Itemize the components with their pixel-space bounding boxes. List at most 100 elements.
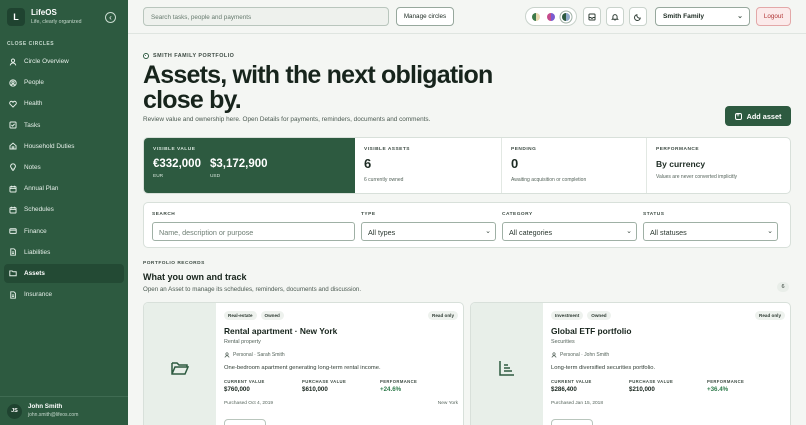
theme-swatch-icon[interactable]	[561, 12, 570, 21]
sidebar-item-label: Tasks	[24, 121, 41, 129]
sidebar-item-annual-plan[interactable]: Annual Plan	[4, 179, 124, 198]
sidebar-item-household-duties[interactable]: Household Duties	[4, 137, 124, 156]
notifications-button[interactable]	[606, 7, 624, 26]
sidebar: L LifeOS Life, clearly organized ‹ CLOSE…	[0, 0, 128, 425]
chevron-down-icon: ⌄	[767, 228, 773, 235]
logo: L	[7, 8, 25, 26]
sidebar-item-label: Circle Overview	[24, 58, 69, 65]
sidebar-item-health[interactable]: Health	[4, 94, 124, 113]
collapse-sidebar-icon[interactable]: ‹	[105, 12, 116, 23]
sidebar-item-label: Notes	[24, 163, 41, 171]
category-pill: Investment	[551, 311, 584, 320]
type-label: TYPE	[361, 212, 376, 217]
money-currency: EUR	[153, 174, 164, 179]
topbar: Search tasks, people and payments Manage…	[128, 0, 806, 34]
theme-swatch-icon[interactable]	[532, 12, 541, 21]
money-value: €332,000	[153, 158, 201, 170]
asset-card[interactable]: Real-estate Owned Read only Rental apart…	[143, 302, 464, 425]
theme-switcher	[525, 7, 577, 26]
metric-label: CURRENT VALUE	[551, 379, 592, 384]
stat-label: VISIBLE VALUE	[153, 147, 196, 152]
family-select[interactable]: Smith Family ⌄	[655, 7, 750, 26]
sidebar-item-schedules[interactable]: Schedules	[4, 200, 124, 219]
sidebar-item-label: People	[24, 79, 44, 87]
sidebar-item-finance[interactable]: Finance	[4, 222, 124, 241]
purchased-date: Purchased Oct 4, 2019	[224, 401, 274, 406]
dark-mode-button[interactable]	[629, 7, 647, 26]
eyebrow-text: SMITH FAMILY PORTFOLIO	[153, 53, 235, 59]
card-subtype: Rental property	[224, 339, 261, 345]
metric-purchase-value: PURCHASE VALUE $210,000	[629, 379, 707, 393]
portfolio-eyebrow: SMITH FAMILY PORTFOLIO	[143, 53, 234, 59]
lightbulb-icon	[10, 163, 16, 172]
user-profile[interactable]: JS John Smith john.smith@lifeos.com	[0, 396, 128, 425]
eyebrow-dot-icon	[143, 53, 149, 59]
type-select[interactable]: All types ⌄	[361, 222, 496, 241]
page-title: Assets, with the next obligation close b…	[143, 61, 493, 114]
sidebar-item-notes[interactable]: Notes	[4, 158, 124, 177]
stat-pending: PENDING 0 Awaiting acquisition or comple…	[501, 138, 646, 193]
calendar-icon	[9, 206, 17, 214]
stat-value: 6	[364, 156, 372, 171]
status-select-value: All statuses	[650, 228, 687, 237]
metric-label: CURRENT VALUE	[224, 379, 265, 384]
location: New York	[437, 401, 458, 406]
asset-search-input[interactable]: Name, description or purpose	[152, 222, 355, 241]
sidebar-item-circle-overview[interactable]: Circle Overview	[4, 52, 124, 71]
owner-text: Personal · John Smith	[560, 352, 610, 358]
user-icon	[551, 352, 557, 358]
folder-open-icon	[171, 362, 190, 375]
money-eur: €332,000 EUR	[153, 158, 201, 179]
status-label: STATUS	[643, 212, 665, 217]
card-owner: Personal · Sarah Smith	[224, 352, 458, 358]
sidebar-item-assets[interactable]: Assets	[4, 263, 124, 283]
card-description: One-bedroom apartment generating long-te…	[224, 365, 381, 371]
add-asset-label: Add asset	[746, 111, 782, 121]
metric-current-value: CURRENT VALUE $760,000	[224, 379, 302, 393]
stat-label: VISIBLE ASSETS	[364, 147, 411, 152]
sidebar-item-tasks[interactable]: Tasks	[4, 116, 124, 135]
records-title: What you own and track	[143, 272, 247, 282]
asset-card[interactable]: Investment Owned Read only Global ETF po…	[470, 302, 791, 425]
details-button[interactable]	[551, 419, 593, 425]
stat-value: By currency	[656, 159, 706, 169]
wallet-icon	[9, 228, 17, 234]
metric-performance: PERFORMANCE +24.6%	[380, 379, 458, 393]
details-button[interactable]	[224, 419, 266, 425]
records-label: PORTFOLIO RECORDS	[143, 261, 205, 266]
category-select[interactable]: All categories ⌄	[502, 222, 637, 241]
stat-note: Values are never converted implicitly	[656, 174, 738, 180]
type-select-value: All types	[368, 228, 396, 237]
logout-button[interactable]: Logout	[756, 7, 791, 26]
add-asset-button[interactable]: + Add asset	[725, 106, 791, 126]
sidebar-item-liabilities[interactable]: Liabilities	[4, 243, 124, 262]
family-select-value: Smith Family	[663, 13, 705, 20]
card-owner: Personal · John Smith	[551, 352, 785, 358]
user-icon	[9, 58, 17, 66]
people-icon	[9, 79, 17, 87]
metric-value: $760,000	[224, 386, 250, 393]
inbox-icon	[588, 12, 596, 21]
metric-label: PERFORMANCE	[707, 379, 745, 384]
card-thumbnail	[144, 303, 216, 425]
document-icon	[10, 290, 16, 299]
sidebar-item-insurance[interactable]: Insurance	[4, 285, 124, 304]
status-pill: Owned	[260, 311, 284, 320]
bell-icon	[611, 13, 619, 21]
sidebar-item-label: Household Duties	[24, 142, 75, 150]
manage-circles-button[interactable]: Manage circles	[396, 7, 454, 26]
inbox-button[interactable]	[583, 7, 601, 26]
checkbox-icon	[9, 121, 17, 129]
user-icon	[224, 352, 230, 358]
brand[interactable]: L LifeOS Life, clearly organized	[7, 8, 81, 26]
card-title: Rental apartment · New York	[224, 326, 338, 336]
global-search-input[interactable]: Search tasks, people and payments	[143, 7, 389, 26]
stat-note: Awaiting acquisition or completion	[511, 177, 587, 183]
metric-value: +24.6%	[380, 386, 402, 393]
sidebar-item-people[interactable]: People	[4, 73, 124, 92]
stat-visible-assets: VISIBLE ASSETS 6 6 currently owned	[355, 138, 501, 193]
theme-swatch-icon[interactable]	[546, 12, 555, 21]
category-select-value: All categories	[509, 228, 553, 237]
status-select[interactable]: All statuses ⌄	[643, 222, 778, 241]
stat-note: 6 currently owned	[364, 177, 404, 183]
